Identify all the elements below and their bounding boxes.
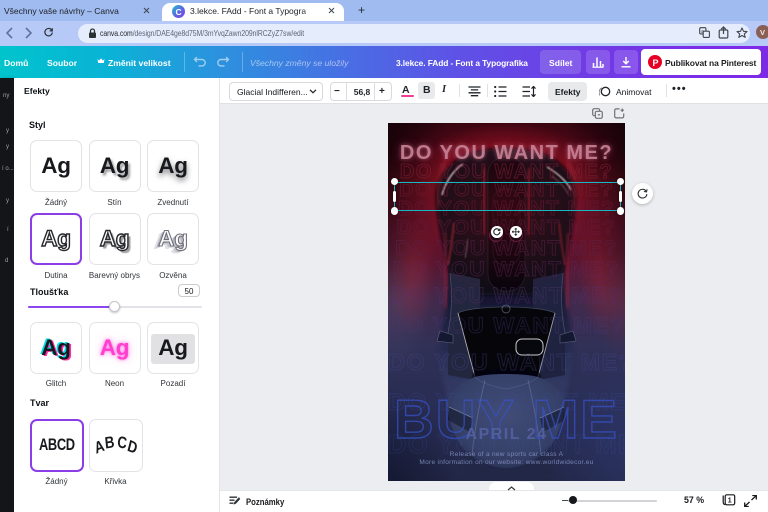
svg-text:1: 1	[728, 497, 732, 504]
svg-text:a: a	[701, 29, 704, 35]
